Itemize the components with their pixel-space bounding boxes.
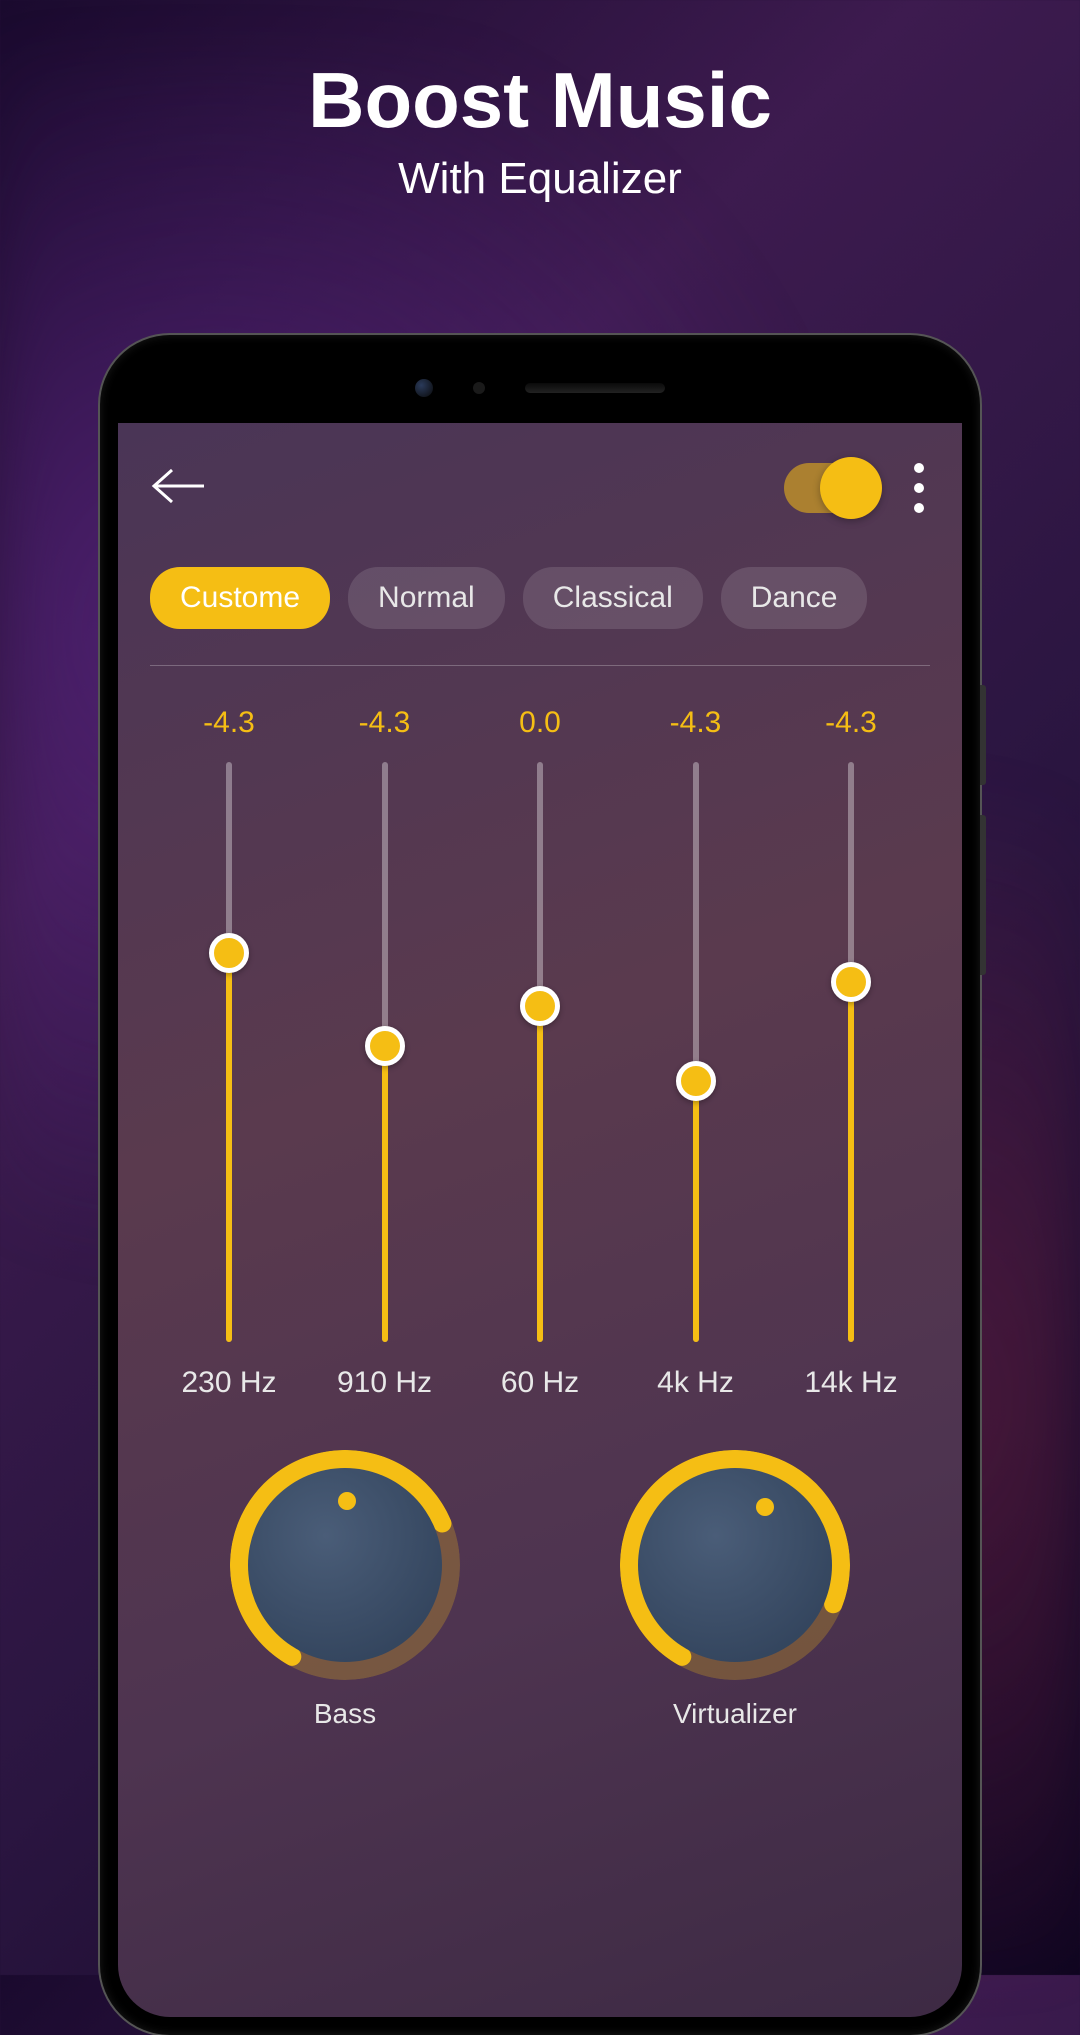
eq-band-3: -4.3 4k Hz [631, 706, 761, 1400]
eq-slider[interactable] [693, 762, 699, 1342]
eq-slider[interactable] [382, 762, 388, 1342]
virtualizer-knob-label: Virtualizer [673, 1698, 797, 1730]
eq-band-0: -4.3 230 Hz [164, 706, 294, 1400]
promo-title: Boost Music [0, 55, 1080, 146]
promo-subtitle: With Equalizer [0, 154, 1080, 204]
eq-bands: -4.3230 Hz-4.3910 Hz0.060 Hz-4.34k Hz-4.… [150, 706, 930, 1400]
preset-row: Custome Normal Classical Dance [150, 567, 930, 629]
eq-band-2: 0.0 60 Hz [475, 706, 605, 1400]
band-freq: 60 Hz [501, 1366, 579, 1400]
band-freq: 4k Hz [657, 1366, 734, 1400]
divider [150, 665, 930, 666]
preset-normal[interactable]: Normal [348, 567, 505, 629]
back-arrow-icon[interactable] [150, 466, 208, 511]
band-value: -4.3 [359, 706, 411, 740]
band-value: 0.0 [519, 706, 561, 740]
band-freq: 14k Hz [804, 1366, 897, 1400]
virtualizer-knob[interactable] [620, 1450, 850, 1680]
band-value: -4.3 [670, 706, 722, 740]
eq-slider[interactable] [537, 762, 543, 1342]
band-value: -4.3 [825, 706, 877, 740]
preset-dance[interactable]: Dance [721, 567, 868, 629]
top-bar [150, 453, 930, 523]
phone-frame: CustomeNormalClassicalDance -4.3230 Hz-4… [100, 335, 980, 2035]
slider-thumb[interactable] [831, 962, 871, 1002]
phone-volume-button [980, 815, 986, 975]
preset-custome[interactable]: Custome [150, 567, 330, 629]
knob-row: Bass Virtualizer [150, 1450, 930, 1730]
band-freq: 230 Hz [181, 1366, 276, 1400]
slider-thumb[interactable] [520, 986, 560, 1026]
slider-thumb[interactable] [365, 1026, 405, 1066]
slider-thumb[interactable] [676, 1061, 716, 1101]
bass-knob-label: Bass [314, 1698, 376, 1730]
eq-band-4: -4.3 14k Hz [786, 706, 916, 1400]
eq-toggle[interactable] [784, 463, 880, 513]
more-menu-icon[interactable] [908, 457, 930, 519]
bass-knob[interactable] [230, 1450, 460, 1680]
eq-slider[interactable] [226, 762, 232, 1342]
band-value: -4.3 [203, 706, 255, 740]
preset-classical[interactable]: Classical [523, 567, 703, 629]
phone-power-button [980, 685, 986, 785]
eq-band-1: -4.3 910 Hz [320, 706, 450, 1400]
promo-header: Boost Music With Equalizer [0, 55, 1080, 204]
phone-notch [118, 353, 962, 423]
band-freq: 910 Hz [337, 1366, 432, 1400]
slider-thumb[interactable] [209, 933, 249, 973]
app-screen: CustomeNormalClassicalDance -4.3230 Hz-4… [118, 423, 962, 2017]
eq-slider[interactable] [848, 762, 854, 1342]
